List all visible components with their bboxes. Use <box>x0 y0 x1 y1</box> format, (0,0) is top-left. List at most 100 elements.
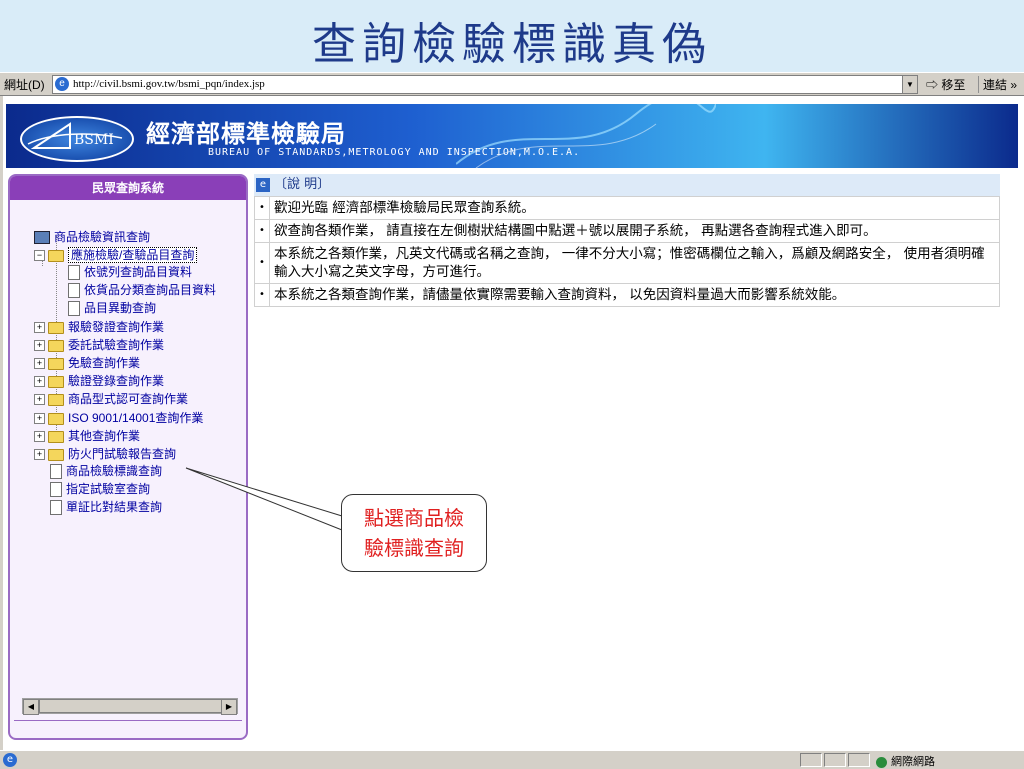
tree-item-inspection-mark[interactable]: 商品檢驗標識查詢 <box>50 462 162 480</box>
slide-title-bar: 查詢檢驗標識真偽 <box>0 0 1024 72</box>
document-icon <box>50 464 62 480</box>
status-segment <box>848 753 870 767</box>
bullet-icon: • <box>254 196 270 220</box>
expand-icon[interactable]: + <box>34 394 45 406</box>
info-text: 本系統之各類作業，凡英文代碼或名稱之查詢， 一律不分大小寫；惟密碼欄位之輸入，爲… <box>269 242 1000 284</box>
logo-text: BSMI <box>74 132 114 148</box>
tree-item-label: 驗證登錄查詢作業 <box>68 374 165 388</box>
folder-icon <box>48 393 64 406</box>
ie-page-icon: e <box>55 77 69 91</box>
status-bar: e 網際網路 <box>0 750 1024 769</box>
tree-item-other[interactable]: + 其他查詢作業 <box>34 427 140 443</box>
tree-item-commissioned-test[interactable]: + 委託試驗查詢作業 <box>34 336 164 352</box>
folder-icon <box>48 339 64 352</box>
document-icon <box>50 500 62 516</box>
tree-item-product-inspection-info[interactable]: 商品檢驗資訊查詢 <box>34 228 151 245</box>
info-row: • 欲查詢各類作業， 請直接在左側樹狀結構圖中點選＋號以展開子系統， 再點選各查詢… <box>254 219 1000 243</box>
scrollbar-thumb[interactable] <box>39 699 223 713</box>
info-panel: e 〔說 明〕 • 歡迎光臨 經濟部標準檢驗局民眾查詢系統。 • 欲查詢各類作業， 請… <box>254 174 1000 307</box>
tree-item-label: 品目異動查詢 <box>84 301 157 315</box>
bullet-icon: • <box>254 219 270 243</box>
tree-item-document-compare[interactable]: 單証比對結果查詢 <box>50 498 163 516</box>
divider <box>14 720 242 721</box>
links-label: 連結 <box>983 78 1008 92</box>
go-button[interactable]: ⇨ 移至 <box>926 76 965 93</box>
sidebar-header: 民眾查詢系統 <box>10 176 246 200</box>
ie-status-icon: e <box>3 753 17 767</box>
callout-line: 驗標識查詢 <box>364 536 464 560</box>
slide-title: 查詢檢驗標識真偽 <box>312 19 712 70</box>
bullet-icon: • <box>254 242 270 284</box>
expand-icon[interactable]: + <box>34 358 45 370</box>
bullet-icon: • <box>254 283 270 307</box>
info-heading-text: 〔說 明〕 <box>274 177 331 192</box>
tree-item-label: 商品型式認可查詢作業 <box>68 392 189 406</box>
info-text: 欲查詢各類作業， 請直接在左側樹狀結構圖中點選＋號以展開子系統， 再點選各查詢程… <box>269 219 1000 243</box>
expand-icon[interactable]: + <box>34 449 45 461</box>
folder-icon <box>48 375 64 388</box>
callout-line: 點選商品檢 <box>364 506 464 530</box>
double-chevron-icon: » <box>1010 78 1018 92</box>
status-segment <box>824 753 846 767</box>
address-input[interactable]: e http://civil.bsmi.gov.tw/bsmi_pqn/inde… <box>52 75 918 94</box>
links-button[interactable]: 連結 » <box>978 76 1017 93</box>
tree-item-iso[interactable]: + ISO 9001/14001查詢作業 <box>34 409 203 425</box>
folder-icon <box>48 321 64 334</box>
info-row: • 本系統之各類查詢作業，請儘量依實際需要輸入查詢資料， 以免因資料量過大而影響系… <box>254 283 1000 307</box>
tree-item-label: 報驗發證查詢作業 <box>68 320 165 334</box>
tree-item-label: 指定試驗室查詢 <box>66 482 151 496</box>
tree-item-designated-lab[interactable]: 指定試驗室查詢 <box>50 480 151 498</box>
tree-item-certificate[interactable]: + 報驗發證查詢作業 <box>34 318 164 334</box>
status-segment <box>800 753 822 767</box>
expand-icon[interactable]: + <box>34 431 45 443</box>
tree-item-label: 應施檢驗/查驗品目查詢 <box>68 247 198 263</box>
tree-item-label: 委託試驗查詢作業 <box>68 338 165 352</box>
horizontal-scrollbar[interactable]: ◀ ▶ <box>22 698 238 715</box>
address-url[interactable]: http://civil.bsmi.gov.tw/bsmi_pqn/index.… <box>73 78 265 90</box>
banner-subtitle: BUREAU OF STANDARDS,METROLOGY AND INSPEC… <box>208 147 581 158</box>
computer-icon <box>34 231 50 245</box>
tree-item-type-approval[interactable]: + 商品型式認可查詢作業 <box>34 390 188 406</box>
tree-item-exemption[interactable]: + 免驗查詢作業 <box>34 354 140 370</box>
go-button-label: 移至 <box>941 78 966 92</box>
tree-item-label: 依貨品分類查詢品目資料 <box>84 283 217 297</box>
scroll-right-icon[interactable]: ▶ <box>221 699 237 715</box>
folder-icon <box>48 430 64 443</box>
info-row: • 本系統之各類作業，凡英文代碼或名稱之查詢， 一律不分大小寫；惟密碼欄位之輸入，… <box>254 242 1000 284</box>
expand-icon[interactable]: + <box>34 322 45 334</box>
document-icon <box>68 265 80 281</box>
expand-icon[interactable]: + <box>34 413 45 425</box>
status-zone-label: 網際網路 <box>891 755 935 768</box>
tree-item-registration[interactable]: + 驗證登錄查詢作業 <box>34 372 164 388</box>
chevron-down-icon[interactable]: ▼ <box>902 76 917 93</box>
document-icon <box>68 301 80 317</box>
expand-icon[interactable]: + <box>34 340 45 352</box>
callout-bubble: 點選商品檢 驗標識查詢 <box>341 494 487 572</box>
tree-item-fire-door[interactable]: + 防火門試驗報告查詢 <box>34 445 176 461</box>
info-row: • 歡迎光臨 經濟部標準檢驗局民眾查詢系統。 <box>254 196 1000 220</box>
tree-item-inspection-categories[interactable]: − 應施檢驗/查驗品目查詢 <box>34 246 198 263</box>
folder-icon <box>48 412 64 425</box>
banner-title: 經濟部標準檢驗局 <box>146 119 346 148</box>
expand-icon[interactable]: + <box>34 376 45 388</box>
tree-item-label: 依號列查詢品目資料 <box>84 265 193 279</box>
folder-icon <box>48 357 64 370</box>
tree-item-by-goods-class[interactable]: 依貨品分類查詢品目資料 <box>68 281 217 299</box>
info-table: • 歡迎光臨 經濟部標準檢驗局民眾查詢系統。 • 欲查詢各類作業， 請直接在左側樹狀… <box>254 196 1000 307</box>
tree-item-by-code[interactable]: 依號列查詢品目資料 <box>68 263 193 281</box>
tree-item-item-changes[interactable]: 品目異動查詢 <box>68 299 157 317</box>
collapse-icon[interactable]: − <box>34 250 45 262</box>
book-icon: e <box>256 177 270 192</box>
banner-decoration <box>456 104 716 168</box>
address-label: 網址(D) <box>4 78 45 92</box>
tree-item-label: 單証比對結果查詢 <box>66 500 163 514</box>
folder-open-icon <box>48 249 64 262</box>
bsmi-banner: BSMI 經濟部標準檢驗局 <box>6 104 1018 168</box>
document-icon <box>50 482 62 498</box>
scroll-left-icon[interactable]: ◀ <box>23 699 39 715</box>
tree-item-label: 免驗查詢作業 <box>68 356 141 370</box>
tree-item-label: 防火門試驗報告查詢 <box>68 447 177 461</box>
address-bar: 網址(D) e http://civil.bsmi.gov.tw/bsmi_pq… <box>0 73 1024 96</box>
folder-icon <box>48 448 64 461</box>
tree-item-label: 商品檢驗資訊查詢 <box>54 230 151 244</box>
